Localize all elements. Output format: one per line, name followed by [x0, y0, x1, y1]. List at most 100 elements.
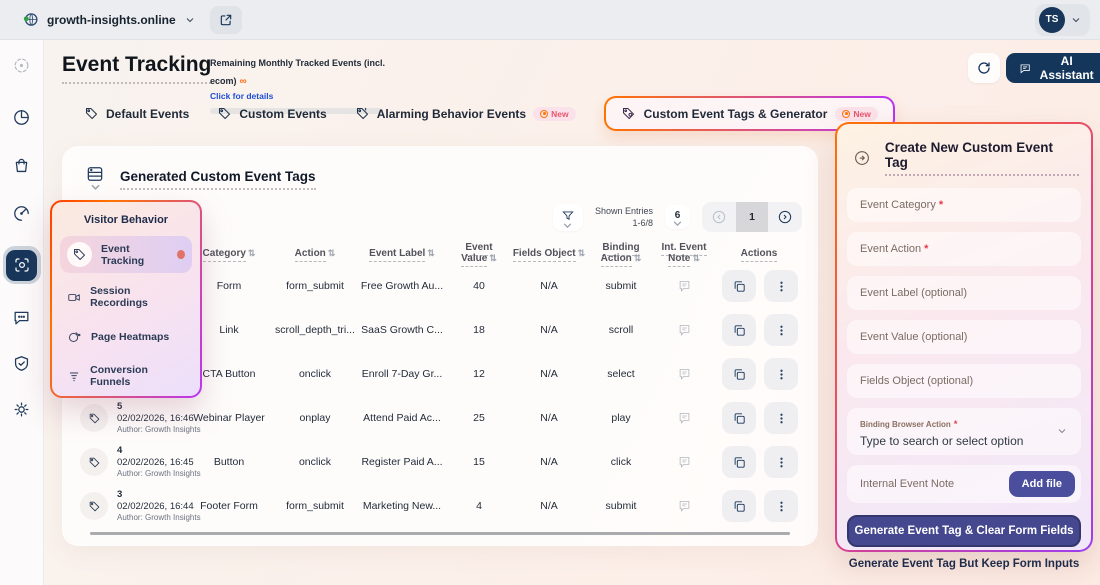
tab-custom-events[interactable]: Custom Events — [217, 106, 326, 121]
column-header-fields-object[interactable]: Fields Object⇅ — [510, 248, 588, 259]
generate-keep-inputs-button[interactable]: Generate Event Tag But Keep Form Inputs — [847, 547, 1081, 574]
shopping-bag-icon — [12, 156, 31, 175]
tag-icon — [80, 404, 108, 432]
tab-label: Custom Events — [239, 107, 326, 121]
user-menu[interactable]: TS — [1035, 4, 1090, 36]
more-actions-button[interactable] — [764, 358, 798, 390]
sidebar-item-home[interactable] — [7, 50, 37, 80]
table-row[interactable]: 502/02/2026, 16:46Author: Growth Insight… — [62, 396, 818, 440]
chevron-down-icon — [1056, 425, 1068, 437]
copy-icon — [732, 455, 747, 470]
note-icon[interactable] — [654, 411, 714, 426]
cell-fields-object: N/A — [510, 456, 588, 468]
filter-button[interactable] — [553, 204, 583, 231]
sidebar-item-settings[interactable] — [7, 394, 37, 424]
sidebar-item-analytics[interactable] — [7, 102, 37, 132]
sidebar-item-visitor-behavior[interactable] — [3, 246, 41, 284]
shield-check-icon — [12, 354, 31, 373]
note-icon[interactable] — [654, 279, 714, 294]
event-label-field[interactable]: Event Label (optional) — [847, 276, 1081, 310]
infinity-icon: ∞ — [240, 76, 247, 87]
internal-event-note-field[interactable]: Internal Event Note Add file — [847, 465, 1081, 503]
note-icon[interactable] — [654, 499, 714, 514]
popup-item-event-tracking[interactable]: Event Tracking — [60, 236, 192, 273]
table-row[interactable]: 402/02/2026, 16:45Author: Growth Insight… — [62, 440, 818, 484]
table-row[interactable]: 302/02/2026, 16:44Author: Growth Insight… — [62, 484, 818, 528]
cell-event-label: Enroll 7-Day Gr... — [356, 368, 448, 380]
copy-button[interactable] — [722, 358, 756, 390]
refresh-button[interactable] — [968, 53, 1000, 83]
sidebar-item-performance[interactable] — [7, 198, 37, 228]
row-author: Author: Growth Insights — [117, 513, 201, 523]
cell-binding-action: play — [588, 412, 654, 424]
binding-browser-action-select[interactable]: Binding Browser Action* Type to search o… — [847, 408, 1081, 455]
copy-button[interactable] — [722, 402, 756, 434]
open-site-button[interactable] — [210, 6, 242, 34]
note-icon[interactable] — [654, 455, 714, 470]
column-header-action[interactable]: Action⇅ — [274, 248, 356, 259]
tag-icon — [67, 242, 92, 267]
popup-item-conversion-funnels[interactable]: Conversion Funnels — [60, 358, 192, 394]
copy-button[interactable] — [722, 314, 756, 346]
arrow-circle-left-icon — [711, 209, 727, 225]
target-scan-icon — [13, 256, 31, 274]
more-actions-button[interactable] — [764, 446, 798, 478]
event-category-field[interactable]: Event Category* — [847, 188, 1081, 222]
event-action-field[interactable]: Event Action* — [847, 232, 1081, 266]
table-icon[interactable] — [82, 164, 108, 194]
horizontal-scrollbar[interactable] — [90, 532, 790, 535]
more-actions-button[interactable] — [764, 490, 798, 522]
tab-label: Alarming Behavior Events — [377, 107, 526, 121]
column-header-event-value[interactable]: Event Value⇅ — [448, 242, 510, 264]
note-icon[interactable] — [654, 323, 714, 338]
chat-icon — [1019, 61, 1031, 76]
left-sidebar — [0, 40, 44, 585]
fields-object-field[interactable]: Fields Object (optional) — [847, 364, 1081, 398]
target-dot-icon — [842, 110, 850, 118]
generate-and-clear-button[interactable]: Generate Event Tag & Clear Form Fields — [847, 515, 1081, 547]
cell-event-value: 40 — [448, 280, 510, 292]
cell-event-value: 12 — [448, 368, 510, 380]
copy-button[interactable] — [722, 270, 756, 302]
copy-button[interactable] — [722, 490, 756, 522]
copy-button[interactable] — [722, 446, 756, 478]
chevron-down-icon — [184, 14, 196, 26]
page-size-select[interactable]: 6 — [665, 205, 690, 229]
more-icon — [774, 367, 789, 382]
shown-entries: Shown Entries 1-6/8 — [595, 205, 653, 229]
ai-assistant-button[interactable]: AI Assistant — [1006, 53, 1100, 83]
column-header-int-event-note[interactable]: Int. Event Note⇅ — [654, 242, 714, 264]
sidebar-item-security[interactable] — [7, 348, 37, 378]
cell-binding-action: submit — [588, 500, 654, 512]
avatar: TS — [1039, 7, 1065, 33]
visitor-behavior-popup: Visitor Behavior Event Tracking Session … — [50, 200, 202, 398]
column-header-event-label[interactable]: Event Label⇅ — [356, 248, 448, 259]
heatmap-icon — [67, 329, 82, 344]
more-actions-button[interactable] — [764, 314, 798, 346]
sidebar-item-feedback[interactable] — [7, 302, 37, 332]
popup-item-label: Session Recordings — [90, 285, 185, 309]
column-header-binding-action[interactable]: Binding Action⇅ — [588, 242, 654, 264]
more-actions-button[interactable] — [764, 270, 798, 302]
cell-event-label: Free Growth Au... — [356, 280, 448, 292]
more-actions-button[interactable] — [764, 402, 798, 434]
prev-page-button[interactable] — [702, 202, 736, 232]
page-size-value: 6 — [675, 210, 681, 221]
cell-binding-action: click — [588, 456, 654, 468]
popup-item-page-heatmaps[interactable]: Page Heatmaps — [60, 323, 192, 350]
event-value-field[interactable]: Event Value (optional) — [847, 320, 1081, 354]
domain-selector[interactable]: growth-insights.online — [22, 11, 196, 28]
tab-default-events[interactable]: Default Events — [84, 106, 189, 121]
panel-title: Create New Custom Event Tag — [885, 140, 1079, 176]
pagination: 1 — [702, 202, 802, 232]
sidebar-item-ecommerce[interactable] — [7, 150, 37, 180]
gear-icon — [12, 400, 31, 419]
tab-alarming-behavior-events[interactable]: Alarming Behavior Events New — [355, 106, 576, 121]
cell-fields-object: N/A — [510, 324, 588, 336]
add-file-button[interactable]: Add file — [1009, 471, 1075, 497]
next-page-button[interactable] — [768, 202, 802, 232]
row-author: Author: Growth Insights — [117, 469, 201, 479]
note-icon[interactable] — [654, 367, 714, 382]
tag-alert-icon — [355, 106, 370, 121]
popup-item-session-recordings[interactable]: Session Recordings — [60, 279, 192, 315]
